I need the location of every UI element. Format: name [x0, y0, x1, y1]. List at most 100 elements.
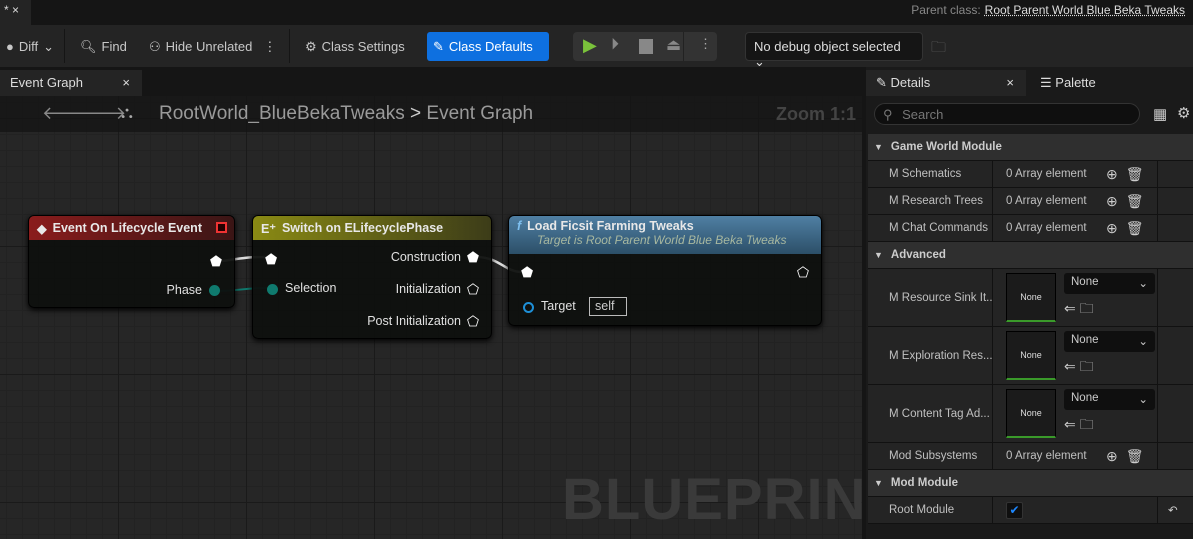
select-value: None — [1071, 276, 1099, 288]
browse-icon[interactable]: 🗀 — [1080, 416, 1094, 432]
tab-details[interactable]: ✎ Details × — [866, 70, 1026, 96]
root-module-checkbox[interactable]: ✔ — [1006, 501, 1023, 519]
section-game-world-module[interactable]: ▼ Game World Module — [868, 134, 1193, 161]
property-row: Mod Subsystems 0 Array element ⊕ 🗑︎ — [868, 443, 1193, 470]
use-selected-icon[interactable]: ⇐ — [1064, 300, 1076, 316]
switch-icon: E⁺ — [261, 221, 276, 236]
node-header: f Load Ficsit Farming Tweaks Target is Ro… — [509, 216, 821, 254]
section-advanced[interactable]: ▼ Advanced — [868, 242, 1193, 269]
initialization-pin-label: Initialization — [395, 282, 461, 296]
selection-pin[interactable] — [267, 284, 278, 295]
exec-out-pin[interactable]: ⬟ — [210, 253, 222, 270]
property-row: M Exploration Res... None None ⌄ ⇐ 🗀 — [868, 327, 1193, 385]
post-initialization-exec-pin[interactable]: ⬠ — [467, 313, 479, 330]
use-selected-icon[interactable]: ⇐ — [1064, 416, 1076, 432]
close-icon[interactable]: × — [1006, 75, 1014, 90]
collapse-icon: ▼ — [874, 250, 883, 260]
property-label: M Chat Commands — [868, 215, 993, 241]
property-label: Root Module — [868, 497, 993, 523]
node-subtitle: Target is Root Parent World Blue Beka Tw… — [537, 233, 787, 247]
trash-icon[interactable]: 🗑︎ — [1126, 193, 1144, 210]
initialization-exec-pin[interactable]: ⬠ — [467, 281, 479, 298]
target-pin[interactable] — [523, 302, 534, 313]
search-placeholder: Search — [902, 107, 944, 122]
parent-class-label: Parent class: — [911, 3, 981, 17]
target-value-field[interactable]: self — [589, 297, 627, 316]
function-icon: f — [517, 219, 522, 233]
construction-pin-label: Construction — [390, 250, 461, 264]
trash-icon[interactable]: 🗑︎ — [1126, 220, 1144, 237]
add-element-icon[interactable]: ⊕ — [1106, 166, 1118, 183]
add-element-icon[interactable]: ⊕ — [1106, 220, 1118, 237]
details-rows: ▼ Game World Module M Schematics 0 Array e… — [868, 134, 1193, 524]
exec-in-pin[interactable]: ⬟ — [265, 251, 277, 268]
property-label: M Resource Sink It... — [868, 269, 993, 326]
property-row: M Research Trees 0 Array element ⊕ 🗑︎ — [868, 188, 1193, 215]
section-mod-module[interactable]: ▼ Mod Module — [868, 470, 1193, 497]
reset-icon[interactable]: ↶ — [1168, 503, 1178, 517]
search-icon: ⚲ — [883, 107, 897, 122]
property-label: M Exploration Res... — [868, 327, 993, 384]
asset-thumbnail[interactable]: None — [1006, 389, 1056, 438]
event-node[interactable]: ◆ Event On Lifecycle Event ⬟ Phase — [28, 215, 235, 308]
use-selected-icon[interactable]: ⇐ — [1064, 358, 1076, 374]
post-initialization-pin-label: Post Initialization — [367, 314, 461, 328]
node-title: Switch on ELifecyclePhase — [281, 221, 444, 235]
collapse-icon: ▼ — [874, 478, 883, 488]
delegate-pin-icon[interactable] — [216, 222, 227, 233]
tab-label: Palette — [1055, 75, 1096, 90]
browse-icon[interactable]: 🗀 — [1080, 358, 1094, 374]
function-node[interactable]: f Load Ficsit Farming Tweaks Target is Ro… — [508, 215, 822, 326]
construction-exec-pin[interactable]: ⬟ — [467, 249, 479, 266]
property-value: 0 Array element — [1006, 450, 1087, 462]
exec-out-pin[interactable]: ⬠ — [797, 264, 809, 281]
table-view-icon[interactable]: ▦ — [1153, 105, 1167, 123]
node-title: Event On Lifecycle Event — [52, 221, 202, 235]
exec-in-pin[interactable]: ⬟ — [521, 264, 533, 281]
property-row: M Schematics 0 Array element ⊕ 🗑︎ — [868, 161, 1193, 188]
property-label: Mod Subsystems — [868, 443, 993, 469]
property-value: 0 Array element — [1006, 168, 1087, 180]
chevron-down-icon: ⌄ — [1138, 394, 1148, 406]
property-row: Root Module ✔ ↶ — [868, 497, 1193, 524]
tab-label: Details — [890, 75, 931, 90]
tab-palette[interactable]: ☰ Palette — [1030, 70, 1106, 96]
trash-icon[interactable]: 🗑︎ — [1126, 448, 1144, 465]
property-row: M Resource Sink It... None None ⌄ ⇐ 🗀 — [868, 269, 1193, 327]
section-title: Advanced — [890, 249, 946, 261]
select-value: None — [1071, 334, 1099, 346]
section-title: Mod Module — [890, 477, 958, 489]
target-pin-label: Target — [541, 299, 576, 313]
event-icon: ◆ — [37, 221, 47, 236]
browse-folder-icon[interactable]: 🗀 — [931, 37, 946, 62]
chevron-down-icon: ⌄ — [1138, 336, 1148, 348]
asset-select[interactable]: None ⌄ — [1064, 273, 1155, 294]
property-label: M Content Tag Ad... — [868, 385, 993, 442]
collapse-icon: ▼ — [874, 142, 883, 152]
gear-icon[interactable]: ⚙ — [1177, 104, 1190, 122]
parent-class-link[interactable]: Root Parent World Blue Beka Tweaks — [985, 3, 1185, 17]
node-title: Load Ficsit Farming Tweaks — [527, 219, 694, 233]
property-value: 0 Array element — [1006, 195, 1087, 207]
details-icon: ✎ — [876, 75, 891, 90]
node-header: ◆ Event On Lifecycle Event — [29, 216, 234, 240]
switch-node[interactable]: E⁺ Switch on ELifecyclePhase ⬟ Selection … — [252, 215, 492, 339]
property-row: M Content Tag Ad... None None ⌄ ⇐ 🗀 — [868, 385, 1193, 443]
chevron-down-icon: ⌄ — [1138, 278, 1148, 290]
add-element-icon[interactable]: ⊕ — [1106, 448, 1118, 465]
browse-icon[interactable]: 🗀 — [1080, 300, 1094, 316]
asset-thumbnail[interactable]: None — [1006, 331, 1056, 380]
select-value: None — [1071, 392, 1099, 404]
property-label: M Research Trees — [868, 188, 993, 214]
trash-icon[interactable]: 🗑︎ — [1126, 166, 1144, 183]
phase-pin-label: Phase — [166, 283, 202, 297]
search-input[interactable]: ⚲ Search — [874, 103, 1140, 125]
add-element-icon[interactable]: ⊕ — [1106, 193, 1118, 210]
property-row: M Chat Commands 0 Array element ⊕ 🗑︎ — [868, 215, 1193, 242]
property-label: M Schematics — [868, 161, 993, 187]
phase-pin[interactable] — [209, 285, 220, 296]
asset-select[interactable]: None ⌄ — [1064, 331, 1155, 352]
selection-pin-label: Selection — [285, 281, 337, 295]
asset-thumbnail[interactable]: None — [1006, 273, 1056, 322]
asset-select[interactable]: None ⌄ — [1064, 389, 1155, 410]
